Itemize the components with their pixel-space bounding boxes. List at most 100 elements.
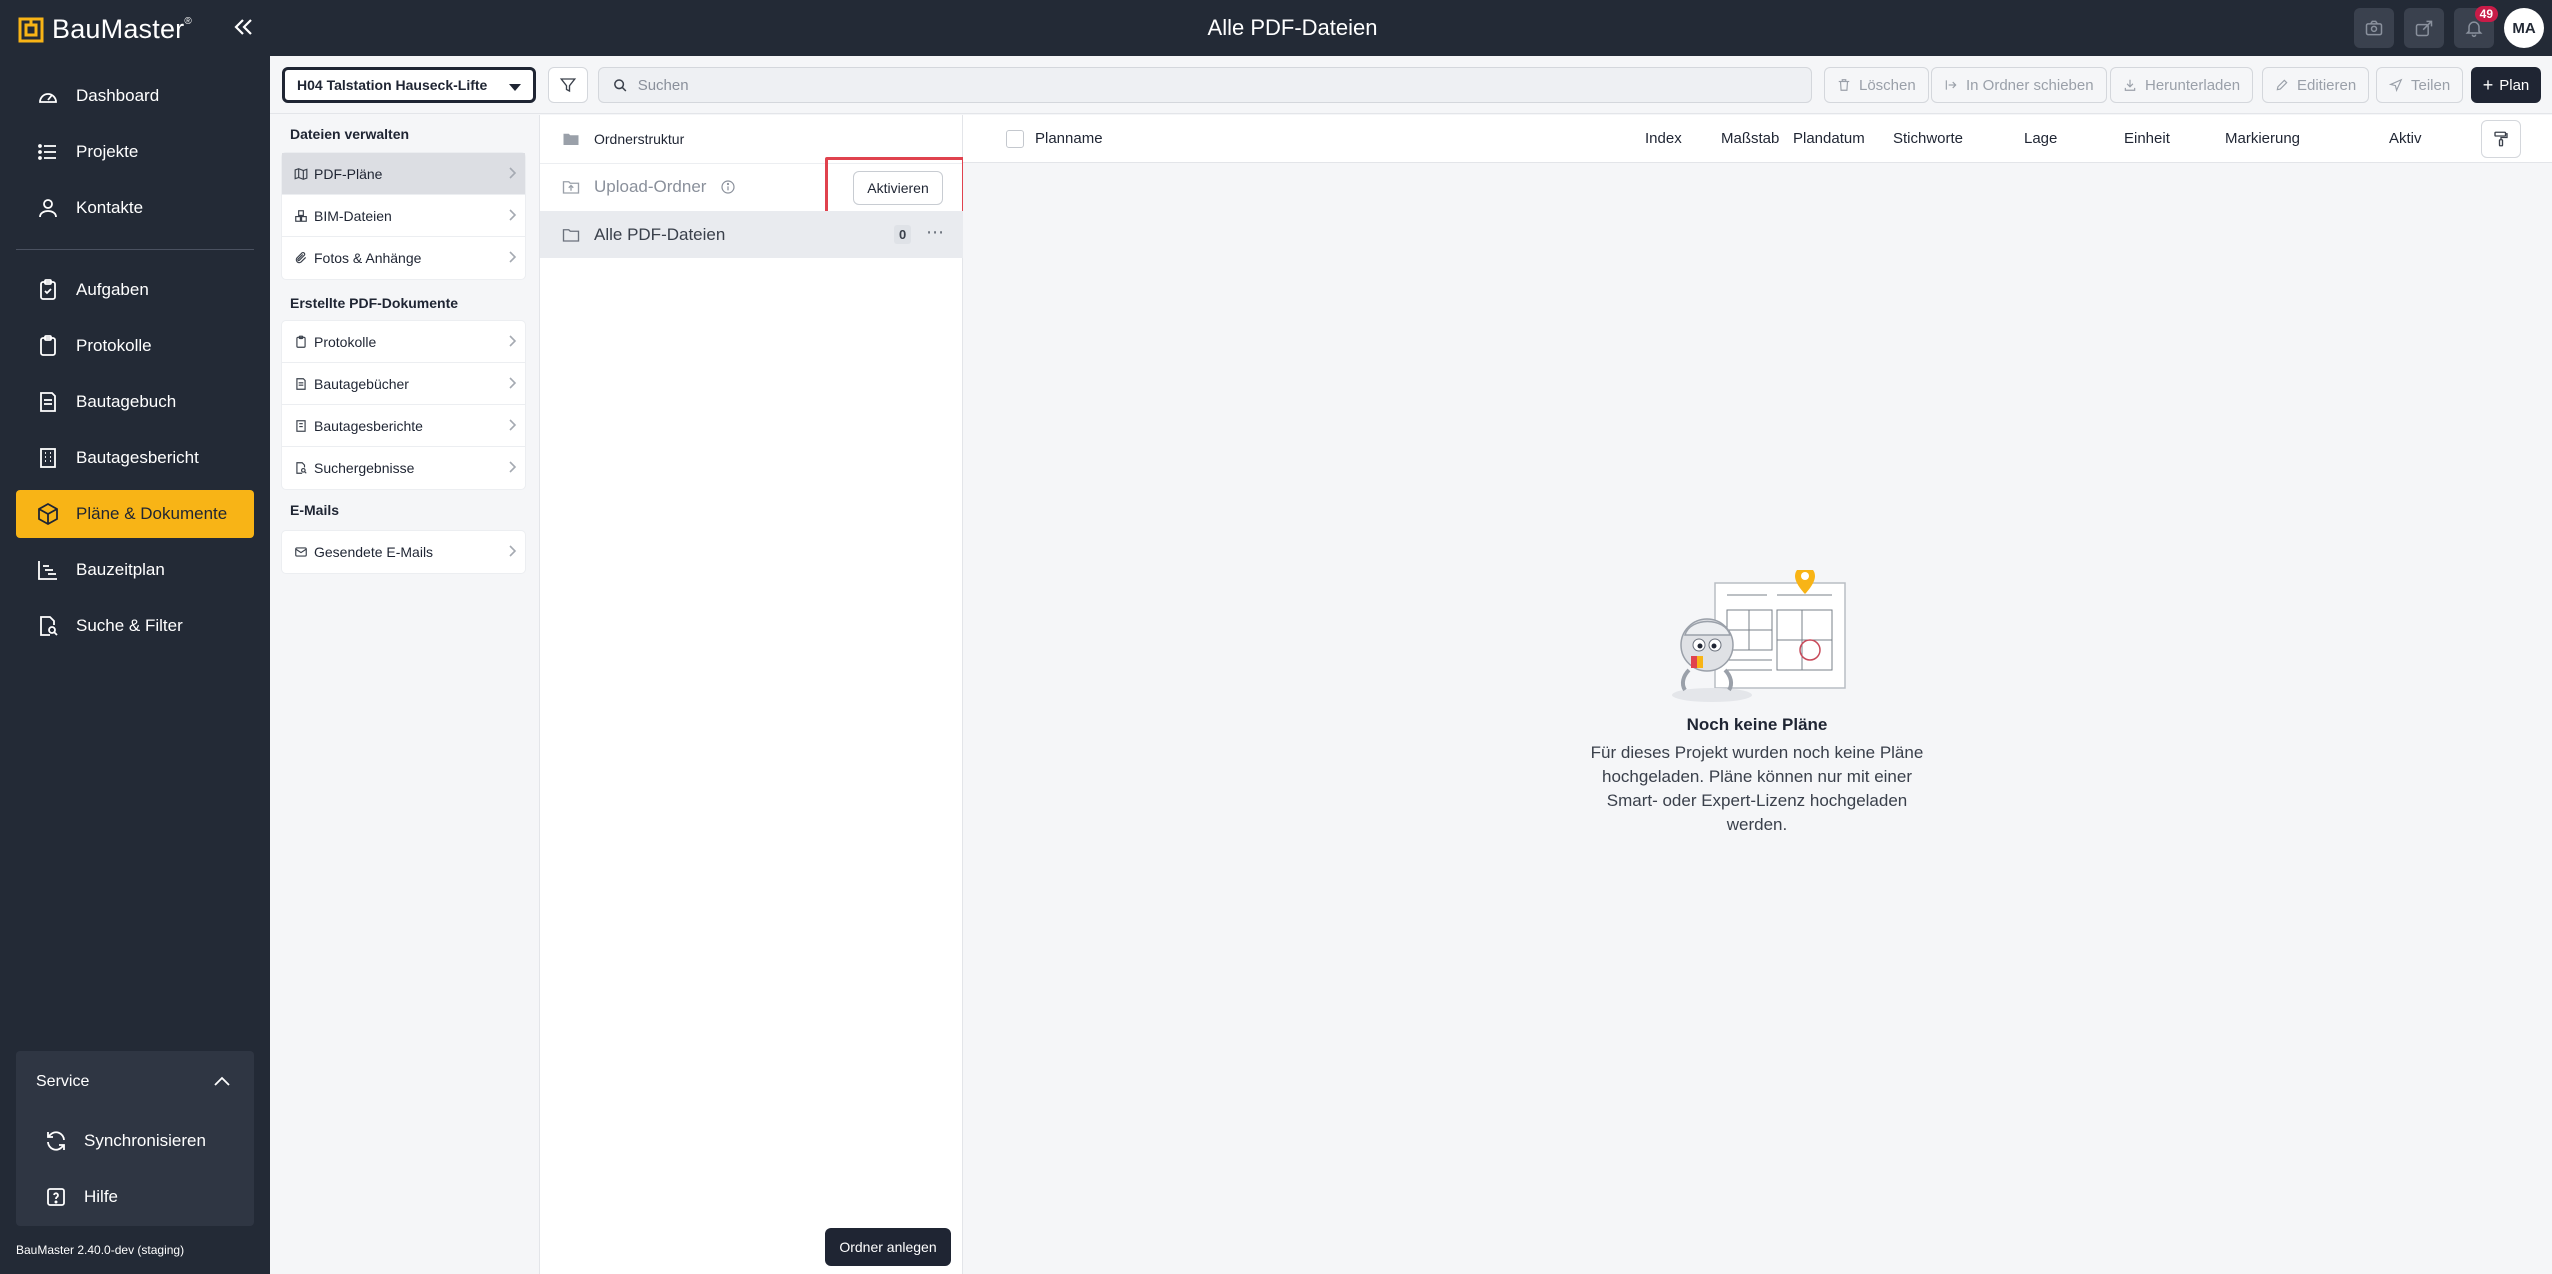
nav-label: Dashboard <box>76 86 160 105</box>
menu-item-bautagebuecher[interactable]: Bautagebücher <box>282 363 525 405</box>
email-group: Gesendete E-Mails <box>282 531 525 573</box>
search-input[interactable] <box>637 76 1811 94</box>
new-folder-button[interactable]: Ordner anlegen <box>825 1228 951 1266</box>
service-title: Service <box>36 1073 90 1090</box>
delete-button[interactable]: Löschen <box>1824 67 1929 103</box>
menu-item-protokolle[interactable]: Protokolle <box>282 321 525 363</box>
camera-icon <box>2365 20 2383 36</box>
menu-item-pdf-plaene[interactable]: PDF-Pläne <box>282 153 525 195</box>
clipboard-icon <box>296 335 306 348</box>
send-icon <box>2389 78 2403 92</box>
help-icon <box>47 1188 65 1206</box>
chevron-right-icon <box>507 209 517 221</box>
chevron-right-icon <box>507 335 517 347</box>
menu-item-gesendete-emails[interactable]: Gesendete E-Mails <box>282 531 525 573</box>
notification-badge: 49 <box>2474 6 2498 22</box>
nav-divider <box>16 249 254 250</box>
edit-button[interactable]: Editieren <box>2262 67 2370 103</box>
nav-item-suche-filter[interactable]: Suche & Filter <box>16 602 254 650</box>
chevron-right-icon <box>507 461 517 473</box>
chevron-right-icon <box>507 419 517 431</box>
files-menu: Dateien verwalten PDF-Pläne BIM-Dateien … <box>270 115 540 1274</box>
folder-count-badge: 0 <box>894 225 912 244</box>
camera-button[interactable] <box>2354 8 2394 48</box>
cubes-icon <box>295 209 307 222</box>
column-header-index[interactable]: Index <box>1645 130 1682 147</box>
trash-icon <box>1838 79 1850 91</box>
gauge-icon <box>39 93 57 103</box>
move-label: In Ordner schieben <box>1966 76 2094 94</box>
menu-label: Fotos & Anhänge <box>314 250 422 266</box>
add-plan-button[interactable]: + Plan <box>2471 67 2541 103</box>
column-header-planname[interactable]: Planname <box>1035 130 1103 147</box>
menu-label: BIM-Dateien <box>314 207 392 224</box>
toolbar: H04 Talstation Hauseck-Lifte Löschen In … <box>270 56 2552 114</box>
manage-files-group: PDF-Pläne BIM-Dateien Fotos & Anhänge <box>282 153 525 279</box>
menu-item-bim-dateien[interactable]: BIM-Dateien <box>282 195 525 237</box>
nav-item-bauzeitplan[interactable]: Bauzeitplan <box>16 546 254 594</box>
nav-item-bautagebuch[interactable]: Bautagebuch <box>16 378 254 426</box>
column-header-aktiv[interactable]: Aktiv <box>2389 130 2422 147</box>
pencil-icon <box>2276 79 2288 91</box>
service-item-help[interactable]: Hilfe <box>16 1169 254 1225</box>
project-select[interactable]: H04 Talstation Hauseck-Lifte <box>282 67 536 103</box>
add-plan-label: Plan <box>2499 76 2530 94</box>
nav-label: Aufgaben <box>76 280 149 299</box>
chevron-right-icon <box>507 377 517 389</box>
search-field[interactable] <box>598 67 1812 103</box>
user-avatar[interactable]: MA <box>2504 8 2544 48</box>
move-to-folder-button[interactable]: In Ordner schieben <box>1931 67 2107 103</box>
nav-item-dashboard[interactable]: Dashboard <box>16 72 254 120</box>
service-toggle[interactable]: Service <box>16 1051 254 1113</box>
more-options-icon[interactable]: ⋯ <box>924 221 946 243</box>
created-docs-group: Protokolle Bautagebücher Bautagesbericht… <box>282 321 525 489</box>
column-settings-button[interactable] <box>2481 120 2521 158</box>
column-header-massstab[interactable]: Maßstab <box>1721 130 1779 147</box>
topbar: Alle PDF-Dateien 49 MA <box>270 0 2552 56</box>
column-header-plandatum[interactable]: Plandatum <box>1793 130 1865 147</box>
search-icon <box>614 78 627 92</box>
select-all-checkbox[interactable] <box>1006 130 1024 148</box>
menu-item-fotos-anhaenge[interactable]: Fotos & Anhänge <box>282 237 525 279</box>
column-header-markierung[interactable]: Markierung <box>2225 130 2300 147</box>
page-title: Alle PDF-Dateien <box>1207 15 1378 40</box>
sync-icon <box>47 1131 65 1151</box>
folder-all-pdfs[interactable]: Alle PDF-Dateien 0 ⋯ <box>540 211 963 258</box>
nav-label: Bautagebuch <box>76 392 177 411</box>
service-panel: Service Synchronisieren Hilfe <box>16 1051 254 1226</box>
download-icon <box>2124 79 2136 91</box>
share-button[interactable] <box>2404 8 2444 48</box>
column-header-lage[interactable]: Lage <box>2024 130 2057 147</box>
list-icon <box>38 144 56 160</box>
share-files-button[interactable]: Teilen <box>2376 67 2464 103</box>
nav-item-bautagesbericht[interactable]: Bautagesbericht <box>16 434 254 482</box>
column-header-einheit[interactable]: Einheit <box>2124 130 2170 147</box>
menu-item-bautagesberichte[interactable]: Bautagesberichte <box>282 405 525 447</box>
app-logo[interactable]: BauMaster® <box>18 14 192 45</box>
collapse-sidebar-icon[interactable] <box>230 14 256 40</box>
info-icon[interactable] <box>720 179 736 195</box>
service-item-sync[interactable]: Synchronisieren <box>16 1113 254 1169</box>
nav-item-projekte[interactable]: Projekte <box>16 128 254 176</box>
menu-item-suchergebnisse[interactable]: Suchergebnisse <box>282 447 525 489</box>
menu-label: Gesendete E-Mails <box>314 544 434 560</box>
folder-upload-icon <box>562 181 580 194</box>
notifications-button[interactable]: 49 <box>2454 6 2498 48</box>
activate-button[interactable]: Aktivieren <box>853 171 943 205</box>
filter-button[interactable] <box>548 67 588 103</box>
empty-state: Noch keine Pläne Für dieses Projekt wurd… <box>1583 570 1931 837</box>
nav-item-aufgaben[interactable]: Aufgaben <box>16 266 254 314</box>
download-label: Herunterladen <box>2145 76 2241 94</box>
nav-item-kontakte[interactable]: Kontakte <box>16 184 254 232</box>
nav-item-plaene-dokumente[interactable]: Pläne & Dokumente <box>16 490 254 538</box>
column-header-stichworte[interactable]: Stichworte <box>1893 130 1963 147</box>
main-nav-bottom: Aufgaben Protokolle Bautagebuch Bautages… <box>16 266 254 658</box>
nav-item-protokolle[interactable]: Protokolle <box>16 322 254 370</box>
folder-icon <box>563 133 579 145</box>
download-button[interactable]: Herunterladen <box>2110 67 2254 103</box>
edit-label: Editieren <box>2297 76 2357 94</box>
app-version: BauMaster 2.40.0-dev (staging) <box>16 1243 185 1257</box>
share-label: Teilen <box>2411 76 2451 94</box>
building-icon <box>40 448 56 468</box>
chevron-right-icon <box>507 167 517 179</box>
